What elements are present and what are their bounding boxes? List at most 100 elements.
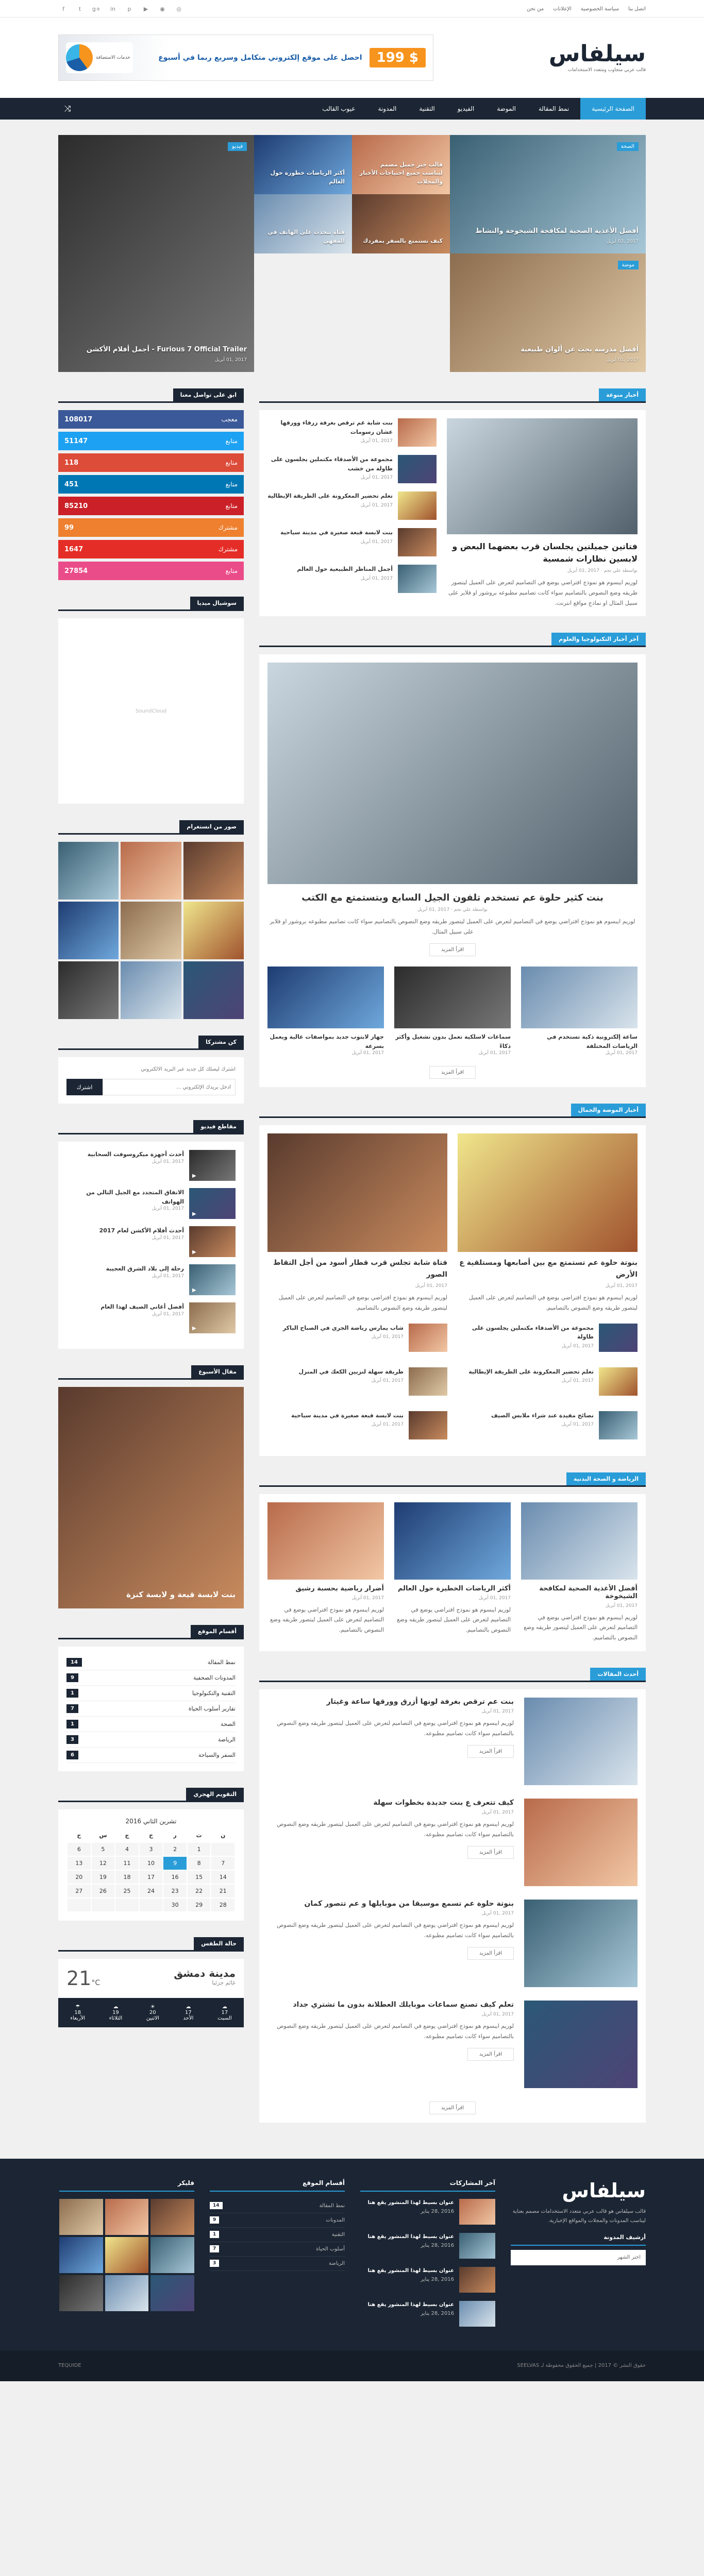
post-image[interactable] [447,418,638,534]
video-item[interactable]: أفضل أغاني الصيف لهذا العام2017 ,01 أبري… [66,1302,236,1333]
slide-1[interactable]: الصحة أفضل الأغذية الصحية لمكافحة الشيخو… [450,135,646,253]
instagram-photo[interactable] [183,902,244,959]
calendar-day[interactable]: 2 [162,1842,188,1857]
tech-card[interactable]: جهاز لابتوب جديد بمواصفات عالية ويعمل بس… [267,966,384,1060]
youtube-icon[interactable]: ▶ [141,4,151,14]
post-title[interactable]: بنت كثير حلوة عم تستخدم تلفون الجيل السا… [267,892,638,903]
instagram-photo[interactable] [121,902,181,959]
calendar-day[interactable]: 30 [162,1897,188,1912]
footer-category[interactable]: الرياضة 3 [210,2257,345,2271]
calendar-day[interactable]: 1 [186,1842,212,1857]
gallery-photo[interactable] [105,2275,149,2311]
calendar-day[interactable]: 3 [138,1842,164,1857]
latest-post[interactable]: بنت عم ترقص بغرفة لونها أزرق وورقها ساعة… [267,1697,638,1785]
instagram-photo[interactable] [58,961,119,1019]
twitter-icon[interactable]: t [75,4,85,14]
load-more-button[interactable]: اقرأ المزيد [429,1066,476,1079]
gallery-photo[interactable] [105,2198,149,2235]
category-item[interactable]: نمط المقالة 14 [66,1655,236,1670]
gallery-photo[interactable] [150,2198,194,2235]
fashion-post[interactable]: بنوتة حلوة عم تستمتع مع بين أصابعها ومست… [458,1133,638,1313]
list-item[interactable]: مجموعة من الأصدقاء مكتملين يجلسون على طا… [458,1323,638,1352]
gallery-photo[interactable] [150,2275,194,2311]
designer-credit[interactable]: TEQUIDE [58,2363,81,2368]
calendar-day[interactable]: 26 [90,1884,116,1899]
footer-category[interactable]: المدونات 9 [210,2213,345,2228]
instagram-photo[interactable] [183,961,244,1019]
category-item[interactable]: المدونات الصحفية 9 [66,1670,236,1686]
latest-post[interactable]: بنوتة حلوة عم تسمع موسيقا من موبايلها و … [267,1899,638,1987]
nav-tech[interactable]: التقنية [408,98,446,120]
nav-video[interactable]: الفيديو [446,98,486,120]
calendar-day[interactable]: 21 [210,1884,236,1899]
counter-google-plus[interactable]: متابع 118 [58,453,244,472]
calendar-day[interactable]: 6 [66,1842,92,1857]
gallery-photo[interactable] [150,2236,194,2273]
read-more-button[interactable]: اقرأ المزيد [467,2047,514,2061]
calendar-day[interactable]: 25 [114,1884,140,1899]
calendar-day[interactable]: 12 [90,1856,116,1871]
nav-blog[interactable]: المدونة [367,98,408,120]
counter-facebook[interactable]: معجب 108017 [58,410,244,429]
site-logo[interactable]: سيلفاس قالب عربي متجاوب ومتعدد الاستخدام… [549,43,646,73]
instagram-icon[interactable]: ◎ [174,4,184,14]
sport-post[interactable]: أضرار رياضية بحسبة رشيق 2017 ,01 أبريل لور… [267,1502,384,1643]
calendar-day[interactable]: 19 [90,1870,116,1885]
calendar-day[interactable]: 7 [210,1856,236,1871]
calendar-day[interactable]: 5 [90,1842,116,1857]
post-title[interactable]: فتاتين جميلتين يجلسان قرب بعضهما البعض و… [447,540,638,565]
pinterest-icon[interactable]: p [124,4,135,14]
rss-icon[interactable]: ◉ [157,4,167,14]
load-more-button[interactable]: اقرأ المزيد [429,2101,476,2114]
list-item[interactable]: بنت لابسة قبعة صغيرة في مدينة سياحية 2017… [267,1411,447,1439]
list-item[interactable]: مجموعة من الأصدقاء مكتملين يجلسون على طا… [267,455,437,483]
header-ad-banner[interactable]: خدمات الاستضافة احصل على موقع إلكتروني م… [58,35,433,81]
newsletter-email-input[interactable] [103,1079,236,1095]
calendar-day[interactable]: 23 [162,1884,188,1899]
tech-card[interactable]: سماعات لاسلكية تعمل بدون تشغيل وأكثر ذكا… [394,966,511,1060]
footer-category[interactable]: التقنية 1 [210,2228,345,2242]
sport-post[interactable]: أفضل الأغذية الصحية لمكافحة الشيخوخة 2017… [521,1502,638,1643]
list-item[interactable]: تعلم تحضير المعكرونة على الطريقة الإيطال… [267,492,437,520]
latest-post[interactable]: كيف تتعرف ع بنت جديدة بخطوات سهلة 2017 ,0… [267,1798,638,1886]
gallery-photo[interactable] [59,2275,103,2311]
category-item[interactable]: الرياضة 3 [66,1732,236,1748]
slide-6[interactable]: فيديو Furious 7 Official Trailer - أجمل … [58,135,254,372]
calendar-day[interactable]: 14 [210,1870,236,1885]
slide-2[interactable]: قالب خبر جميل مصمم ليناسب جميع احتياجات … [352,135,450,194]
list-item[interactable]: طريقة سهلة لتزيين الكعك في المنزل 2017 ,0… [267,1367,447,1396]
sport-post[interactable]: أكثر الرياضات الخطيرة حول العالم 2017 ,01… [394,1502,511,1643]
tech-card[interactable]: ساعة إلكترونية ذكية تستخدم في الرياضات ا… [521,966,638,1060]
video-item[interactable]: رحلة إلى بلاد الشرق العجيبة2017 ,01 أبري… [66,1264,236,1295]
calendar-day[interactable]: 18 [114,1870,140,1885]
slide-3[interactable]: أكثر الرياضات خطورة حول العالم [254,135,352,194]
video-item[interactable]: أحدث أجهزة ميكروسوفت السحابية2017 ,01 أب… [66,1150,236,1181]
gallery-photo[interactable] [59,2236,103,2273]
calendar-day[interactable]: 28 [210,1897,236,1912]
calendar-day[interactable]: 27 [66,1884,92,1899]
nav-home[interactable]: الصفحة الرئيسية [580,98,646,120]
calendar-day[interactable]: 11 [114,1856,140,1871]
footer-post[interactable]: عنوان بسيط لهذا المنشور يقع هنا 2016 ,28 … [360,2198,495,2225]
newsletter-subscribe-button[interactable]: اشترك [66,1079,103,1095]
calendar-day[interactable]: 17 [138,1870,164,1885]
list-item[interactable]: تعلم تحضير المعكرونة على الطريقة الإيطال… [458,1367,638,1396]
top-link-about[interactable]: من نحن [527,6,544,12]
list-item[interactable]: نصائح مفيدة عند شراء ملابس الصيف 2017 ,01… [458,1411,638,1439]
news-main-post[interactable]: فتاتين جميلتين يجلسان قرب بعضهما البعض و… [447,418,638,608]
footer-post[interactable]: عنوان بسيط لهذا المنشور يقع هنا 2016 ,28 … [360,2266,495,2293]
instagram-photo[interactable] [121,961,181,1019]
list-item[interactable]: شاب يمارس رياضة الجري في الصباح الباكر 20… [267,1323,447,1352]
nav-features[interactable]: عيوب القالب [311,98,366,120]
footer-category[interactable]: نمط المقالة 14 [210,2199,345,2213]
instagram-photo[interactable] [58,842,119,900]
featured-post-widget[interactable]: بنت لابسة قبعة و لابسة كنزة [58,1387,244,1608]
archive-select[interactable]: اختر الشهر [511,2249,646,2265]
category-item[interactable]: الصحة 1 [66,1717,236,1732]
footer-post[interactable]: عنوان بسيط لهذا المنشور يقع هنا 2016 ,28 … [360,2232,495,2259]
linkedin-icon[interactable]: in [108,4,118,14]
calendar-day[interactable]: 24 [138,1884,164,1899]
instagram-photo[interactable] [58,902,119,959]
calendar-day[interactable]: 15 [186,1870,212,1885]
list-item[interactable]: أجمل المناظر الطبيعية حول العالم 2017 ,01… [267,565,437,593]
